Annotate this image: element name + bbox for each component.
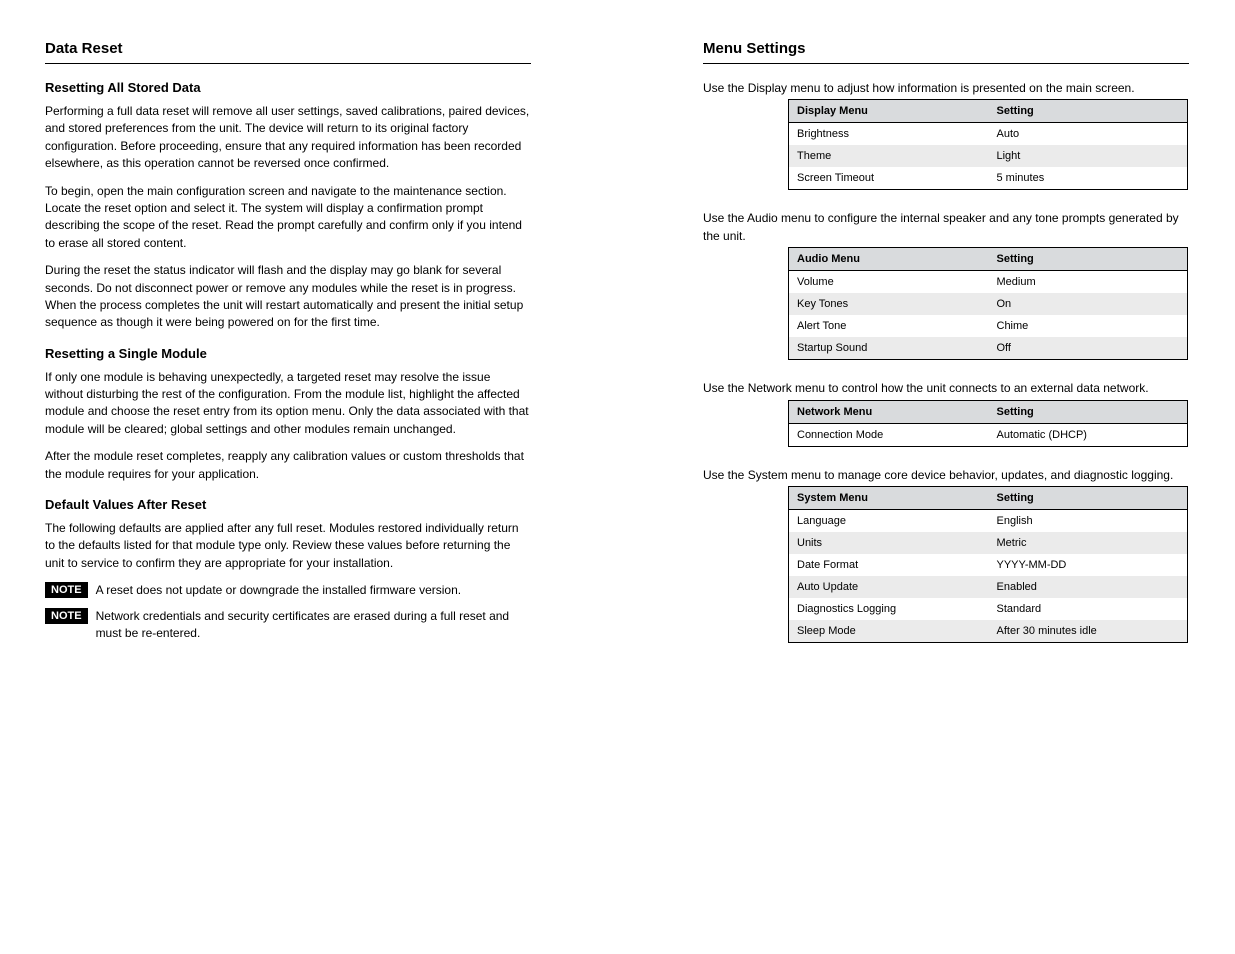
th-display-1: Setting (989, 100, 1188, 123)
th-system-1: Setting (989, 486, 1188, 509)
th-display-0: Display Menu (789, 100, 989, 123)
intro-system: Use the System menu to manage core devic… (703, 467, 1189, 484)
table-display-wrap: Display MenuSetting BrightnessAuto Theme… (788, 99, 1189, 190)
td: Enabled (989, 576, 1188, 598)
td: Metric (989, 532, 1188, 554)
subhead-reset-all: Resetting All Stored Data (45, 80, 531, 95)
th-audio-1: Setting (989, 248, 1188, 271)
th-network-0: Network Menu (789, 400, 989, 423)
td: Sleep Mode (789, 620, 989, 643)
note-text-2: Network credentials and security certifi… (96, 608, 531, 643)
td: Chime (989, 315, 1188, 337)
th-network-1: Setting (989, 400, 1188, 423)
td: Units (789, 532, 989, 554)
intro-network: Use the Network menu to control how the … (703, 380, 1189, 397)
td: Medium (989, 271, 1188, 294)
td: Alert Tone (789, 315, 989, 337)
left-column: Data Reset Resetting All Stored Data Per… (45, 40, 531, 663)
td: Key Tones (789, 293, 989, 315)
table-system-wrap: System MenuSetting LanguageEnglish Units… (788, 486, 1189, 643)
td: Light (989, 145, 1188, 167)
td: Startup Sound (789, 337, 989, 360)
right-title: Menu Settings (703, 40, 1189, 64)
td: Automatic (DHCP) (989, 423, 1188, 446)
td: Brightness (789, 123, 989, 146)
table-network-wrap: Network MenuSetting Connection ModeAutom… (788, 400, 1189, 447)
table-network: Network MenuSetting Connection ModeAutom… (788, 400, 1188, 447)
td: Auto (989, 123, 1188, 146)
th-system-0: System Menu (789, 486, 989, 509)
table-audio-wrap: Audio MenuSetting VolumeMedium Key Tones… (788, 247, 1189, 360)
left-title: Data Reset (45, 40, 531, 64)
note-row-1: NOTE A reset does not update or downgrad… (45, 582, 531, 599)
para-reset-2: To begin, open the main configuration sc… (45, 183, 531, 253)
td: 5 minutes (989, 167, 1188, 190)
para-reset-4: If only one module is behaving unexpecte… (45, 369, 531, 439)
td: YYYY-MM-DD (989, 554, 1188, 576)
right-column: Menu Settings Use the Display menu to ad… (703, 40, 1189, 663)
td: Connection Mode (789, 423, 989, 446)
note-badge: NOTE (45, 608, 88, 624)
td: Date Format (789, 554, 989, 576)
table-display: Display MenuSetting BrightnessAuto Theme… (788, 99, 1188, 190)
td: Diagnostics Logging (789, 598, 989, 620)
subhead-defaults: Default Values After Reset (45, 497, 531, 512)
para-reset-6: The following defaults are applied after… (45, 520, 531, 572)
note-text-1: A reset does not update or downgrade the… (96, 582, 462, 599)
para-reset-5: After the module reset completes, reappl… (45, 448, 531, 483)
td: Volume (789, 271, 989, 294)
td: Standard (989, 598, 1188, 620)
td: On (989, 293, 1188, 315)
td: Language (789, 509, 989, 532)
td: Off (989, 337, 1188, 360)
td: Screen Timeout (789, 167, 989, 190)
td: After 30 minutes idle (989, 620, 1188, 643)
intro-audio: Use the Audio menu to configure the inte… (703, 210, 1189, 245)
intro-display: Use the Display menu to adjust how infor… (703, 80, 1189, 97)
td: English (989, 509, 1188, 532)
th-audio-0: Audio Menu (789, 248, 989, 271)
para-reset-3: During the reset the status indicator wi… (45, 262, 531, 332)
td: Theme (789, 145, 989, 167)
note-badge: NOTE (45, 582, 88, 598)
td: Auto Update (789, 576, 989, 598)
note-row-2: NOTE Network credentials and security ce… (45, 608, 531, 643)
para-reset-1: Performing a full data reset will remove… (45, 103, 531, 173)
table-audio: Audio MenuSetting VolumeMedium Key Tones… (788, 247, 1188, 360)
subhead-reset-module: Resetting a Single Module (45, 346, 531, 361)
table-system: System MenuSetting LanguageEnglish Units… (788, 486, 1188, 643)
